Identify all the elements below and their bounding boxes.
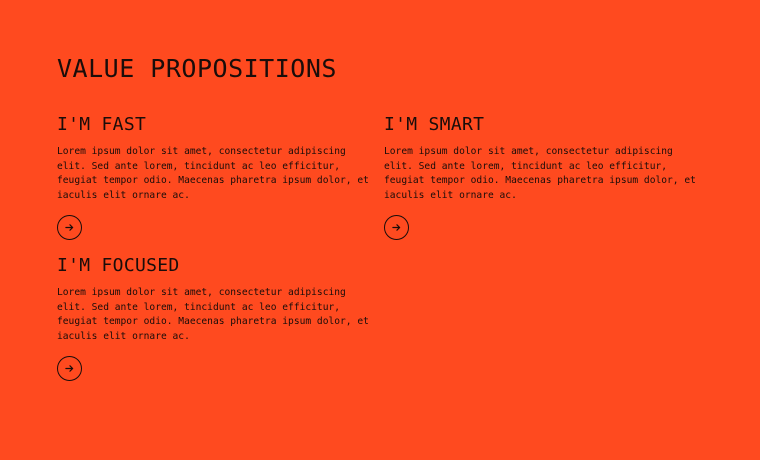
card-arrow-button[interactable]	[57, 215, 82, 240]
card-arrow-button[interactable]	[57, 356, 82, 381]
arrow-right-icon	[392, 224, 401, 231]
arrow-right-icon	[65, 224, 74, 231]
card-heading: I'M FAST	[57, 114, 147, 135]
section-title: VALUE PROPOSITIONS	[57, 54, 337, 83]
value-propositions-section: VALUE PROPOSITIONS I'M FAST Lorem ipsum …	[0, 0, 760, 460]
card-heading: I'M SMART	[384, 114, 485, 135]
value-card-smart: I'M SMART Lorem ipsum dolor sit amet, co…	[384, 114, 704, 240]
value-card-focused: I'M FOCUSED Lorem ipsum dolor sit amet, …	[57, 255, 377, 381]
card-body: Lorem ipsum dolor sit amet, consectetur …	[57, 287, 369, 342]
card-heading: I'M FOCUSED	[57, 255, 180, 276]
card-body: Lorem ipsum dolor sit amet, consectetur …	[57, 146, 369, 201]
value-card-fast: I'M FAST Lorem ipsum dolor sit amet, con…	[57, 114, 377, 240]
arrow-right-icon	[65, 365, 74, 372]
card-arrow-button[interactable]	[384, 215, 409, 240]
card-body: Lorem ipsum dolor sit amet, consectetur …	[384, 146, 696, 201]
